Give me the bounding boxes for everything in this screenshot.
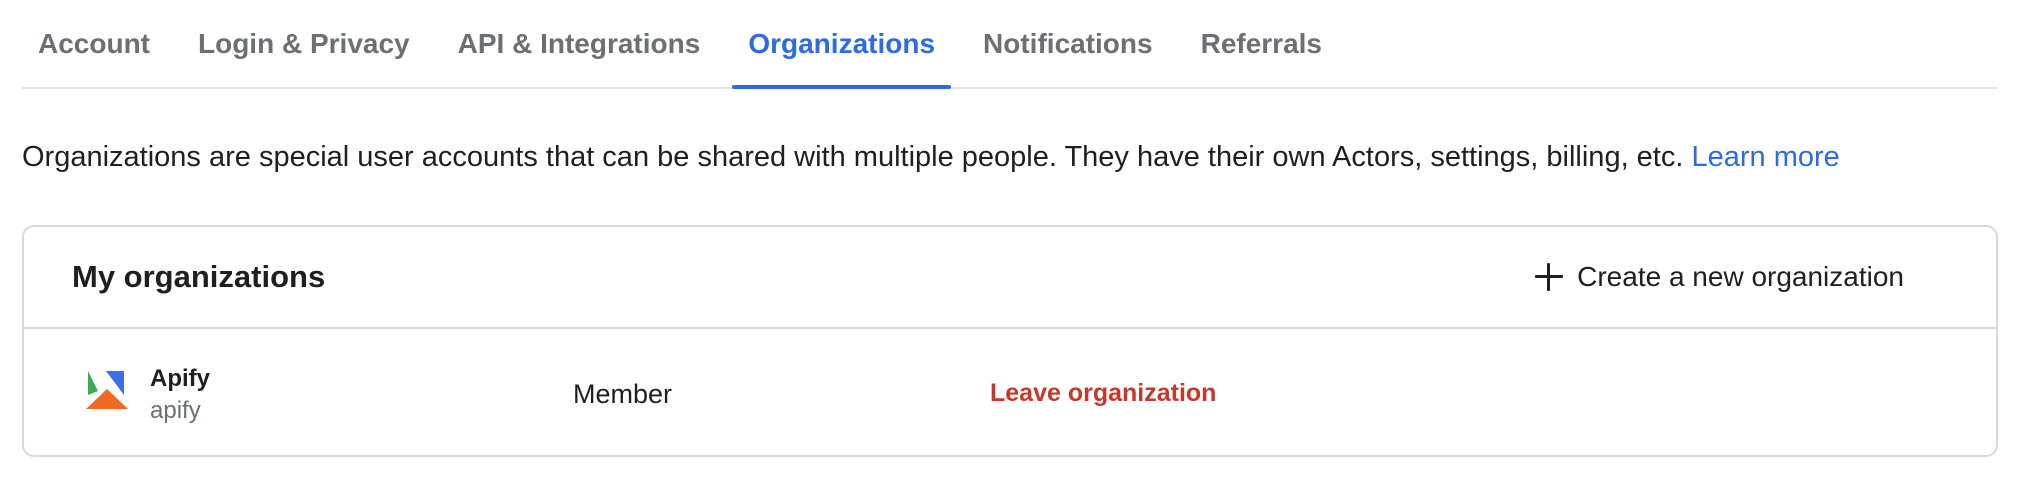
apify-logo-icon bbox=[86, 371, 128, 409]
tab-api-integrations[interactable]: API & Integrations bbox=[442, 0, 717, 87]
learn-more-link[interactable]: Learn more bbox=[1691, 141, 1839, 173]
create-organization-button[interactable]: Create a new organization bbox=[1535, 261, 1904, 293]
card-header: My organizations Create a new organizati… bbox=[24, 227, 1996, 329]
tab-login-privacy[interactable]: Login & Privacy bbox=[182, 0, 426, 87]
tab-account[interactable]: Account bbox=[22, 0, 166, 87]
card-title: My organizations bbox=[72, 259, 326, 294]
organizations-description: Organizations are special user accounts … bbox=[22, 141, 1840, 174]
tab-organizations[interactable]: Organizations bbox=[732, 0, 951, 89]
tab-notifications[interactable]: Notifications bbox=[967, 0, 1169, 87]
organization-name: Apify bbox=[150, 365, 210, 392]
plus-icon bbox=[1535, 263, 1564, 291]
organization-row: Apify apify Member Leave organization bbox=[24, 329, 1996, 455]
tab-referrals[interactable]: Referrals bbox=[1185, 0, 1338, 87]
leave-organization-button[interactable]: Leave organization bbox=[990, 379, 1216, 408]
settings-tabs: Account Login & Privacy API & Integratio… bbox=[22, 0, 1998, 89]
create-organization-label: Create a new organization bbox=[1577, 261, 1904, 292]
description-text: Organizations are special user accounts … bbox=[22, 141, 1692, 173]
organization-slug: apify bbox=[150, 397, 201, 424]
organization-role: Member bbox=[573, 379, 673, 409]
my-organizations-card: My organizations Create a new organizati… bbox=[22, 225, 1998, 457]
